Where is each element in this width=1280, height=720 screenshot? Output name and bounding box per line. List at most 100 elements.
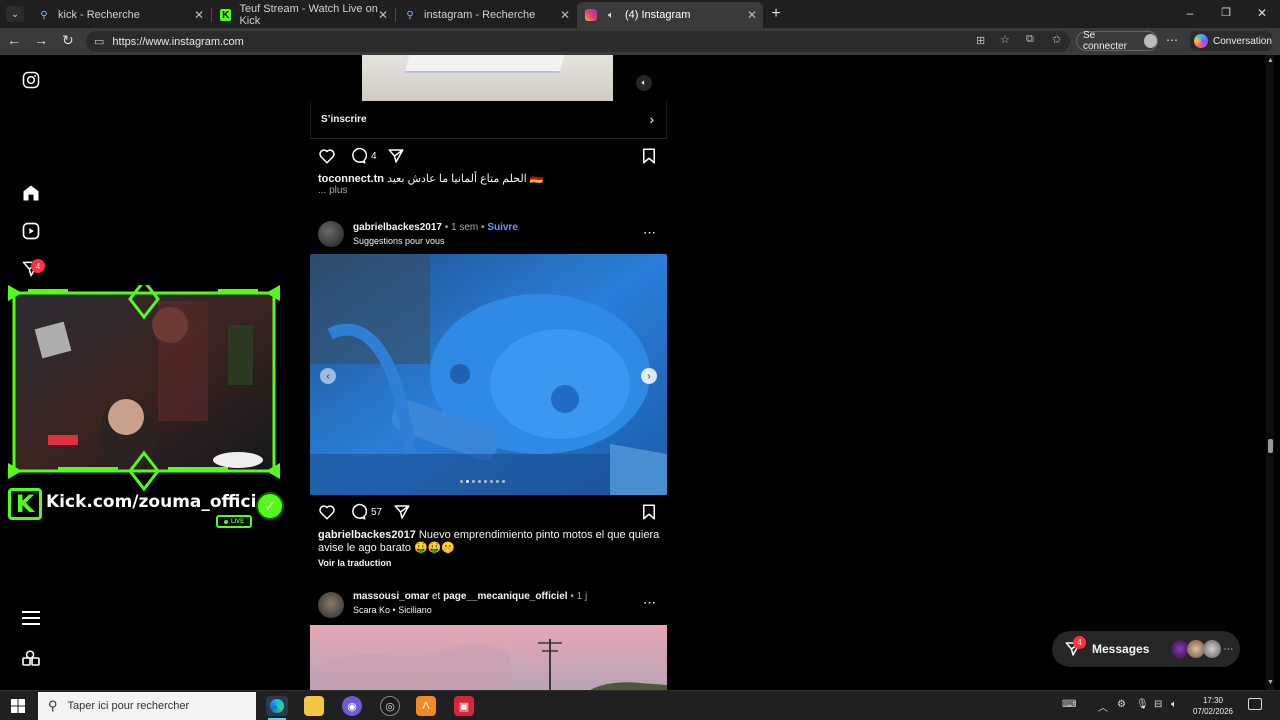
post-options-icon[interactable]: ⋯ <box>643 225 656 241</box>
caption-username[interactable]: gabrielbackes2017 <box>318 529 416 541</box>
post-video[interactable]: 🔈︎ <box>310 55 667 101</box>
microphone-icon[interactable]: 🎙︎ <box>1136 699 1149 710</box>
tray-chevron-up-icon[interactable]: ︿ <box>1098 699 1108 714</box>
tab-actions-button[interactable]: ⌄ <box>6 6 24 22</box>
favorites-icon[interactable]: ✩ <box>1052 33 1061 46</box>
post-music-info[interactable]: Scara Ko • Siciliano <box>353 605 432 615</box>
instagram-icon[interactable] <box>20 69 42 91</box>
video-frame <box>362 55 613 101</box>
share-icon[interactable] <box>393 503 411 526</box>
messages-badge: 4 <box>1073 636 1086 649</box>
save-icon[interactable] <box>640 503 658 526</box>
chat-app-icon[interactable]: ◉ <box>342 696 362 716</box>
tray-app-icon[interactable]: ⚙ <box>1117 699 1126 710</box>
post-image[interactable] <box>310 625 667 690</box>
taskbar-search-box[interactable]: ⚲ Taper ici pour rechercher <box>38 692 256 720</box>
windows-start-icon[interactable] <box>8 696 28 716</box>
minimize-button[interactable]: – <box>1180 6 1200 22</box>
scroll-down-arrow-icon[interactable]: ▼ <box>1267 679 1274 686</box>
comment-icon[interactable] <box>349 147 368 170</box>
close-tab-icon[interactable]: ✕ <box>194 8 204 22</box>
network-icon[interactable]: ⊟ <box>1154 699 1162 710</box>
edge-icon[interactable] <box>266 696 288 716</box>
messages-button[interactable]: 4 Messages ⋯ <box>1052 631 1240 667</box>
follow-button[interactable]: Suivre <box>487 222 518 233</box>
post-username[interactable]: gabrielbackes2017 <box>353 222 442 233</box>
share-icon[interactable] <box>387 147 405 170</box>
music-separator: • <box>392 605 396 615</box>
taskbar-search-placeholder: Taper ici pour rechercher <box>67 700 190 712</box>
carousel-dot <box>478 480 481 483</box>
scroll-up-arrow-icon[interactable]: ▲ <box>1267 57 1274 64</box>
like-icon[interactable] <box>318 503 336 526</box>
app-available-icon[interactable]: ⊞ <box>976 34 985 47</box>
page-info-icon[interactable]: ▭ <box>94 35 104 48</box>
see-translation-link[interactable]: Voir la traduction <box>318 558 391 568</box>
clock[interactable]: 17:30 07/02/2026 <box>1188 695 1238 717</box>
post-author-avatar[interactable] <box>318 592 344 618</box>
url-text: https://www.instagram.com <box>112 35 244 48</box>
scrollbar-thumb[interactable] <box>1268 439 1273 453</box>
more-menu-icon[interactable]: ⋯ <box>1166 33 1178 47</box>
post-collaborator-username[interactable]: page__mecanique_officiel <box>443 591 568 602</box>
tab-instagram-search[interactable]: ⚲ instagram - Recherche ✕ <box>396 2 576 28</box>
refresh-icon[interactable]: ↻ <box>62 32 78 50</box>
close-tab-icon[interactable]: ✕ <box>378 8 388 22</box>
live-label: LIVE <box>230 518 245 525</box>
extensions-icon[interactable]: ⧉ <box>1026 33 1034 46</box>
carousel-dot <box>490 480 493 483</box>
obs-icon[interactable]: ◎ <box>380 696 400 716</box>
browser-tab-bar: ⌄ ⚲ kick - Recherche ✕ K Teuf Stream - W… <box>0 0 1280 28</box>
close-window-button[interactable]: ✕ <box>1252 6 1272 22</box>
speaker-icon[interactable]: 🔈︎ <box>605 9 617 21</box>
tab-kick-search[interactable]: ⚲ kick - Recherche ✕ <box>30 2 210 28</box>
address-bar[interactable]: ▭ https://www.instagram.com ⊞ ☆ ⧉ ✩ <box>86 31 1070 52</box>
more-link[interactable]: ... plus <box>318 185 347 196</box>
comment-icon[interactable] <box>349 503 368 526</box>
comments-count: 4 <box>371 151 377 162</box>
restore-button[interactable]: ❐ <box>1216 6 1236 22</box>
threads-apps-icon[interactable] <box>20 646 42 668</box>
volume-icon[interactable]: 🔈︎ <box>1171 699 1177 710</box>
carousel-prev-icon[interactable]: ‹ <box>320 368 336 384</box>
tab-title: Teuf Stream - Watch Live on Kick <box>239 3 378 27</box>
tray-keyboard-icon[interactable]: ⌨ <box>1062 699 1076 710</box>
favorite-star-icon[interactable]: ☆ <box>1000 33 1010 46</box>
post-image[interactable]: ‹ › <box>310 254 667 495</box>
copilot-conversation-button[interactable]: Conversation <box>1190 31 1272 51</box>
back-icon[interactable]: ← <box>7 32 23 50</box>
like-icon[interactable] <box>318 147 336 170</box>
new-tab-button[interactable]: + <box>767 5 785 23</box>
page-scrollbar[interactable]: ▲ ▼ <box>1266 55 1274 690</box>
close-tab-icon[interactable]: ✕ <box>560 8 570 22</box>
hamburger-menu-icon[interactable] <box>20 607 42 629</box>
save-icon[interactable] <box>640 147 658 170</box>
webcam-image <box>8 278 280 492</box>
tab-teuf-stream[interactable]: K Teuf Stream - Watch Live on Kick ✕ <box>212 2 394 28</box>
search-icon: ⚲ <box>40 9 48 21</box>
post-time: • 1 sem • <box>444 222 485 233</box>
post-username[interactable]: massousi_omar <box>353 591 429 602</box>
file-explorer-icon[interactable] <box>304 696 324 716</box>
forward-icon[interactable]: → <box>34 32 50 50</box>
tab-instagram[interactable]: 🔈︎ (4) Instagram ✕ <box>577 2 763 28</box>
copilot-icon <box>1194 34 1208 48</box>
post-header: massousi_omar et page__mecanique_officie… <box>353 591 587 602</box>
caption-username[interactable]: toconnect.tn <box>318 173 384 185</box>
carousel-next-icon[interactable]: › <box>641 368 657 384</box>
signup-cta-bar[interactable]: S’inscrire › <box>310 101 667 139</box>
live-dot-icon <box>223 519 228 524</box>
home-icon[interactable] <box>20 182 42 204</box>
sign-in-button[interactable]: Se connecter <box>1076 30 1158 52</box>
app-orange-icon[interactable]: Λ <box>416 696 436 716</box>
music-title: Siciliano <box>398 605 432 615</box>
chevron-right-icon: › <box>649 111 654 127</box>
sign-in-label: Se connecter <box>1083 30 1127 52</box>
app-red-icon[interactable]: ▣ <box>454 696 474 716</box>
reels-icon[interactable] <box>20 220 42 242</box>
post-options-icon[interactable]: ⋯ <box>643 595 656 611</box>
mute-icon[interactable]: 🔈︎ <box>636 75 652 91</box>
notification-center-icon[interactable] <box>1248 698 1262 710</box>
post-author-avatar[interactable] <box>318 221 344 247</box>
close-tab-icon[interactable]: ✕ <box>747 8 757 22</box>
